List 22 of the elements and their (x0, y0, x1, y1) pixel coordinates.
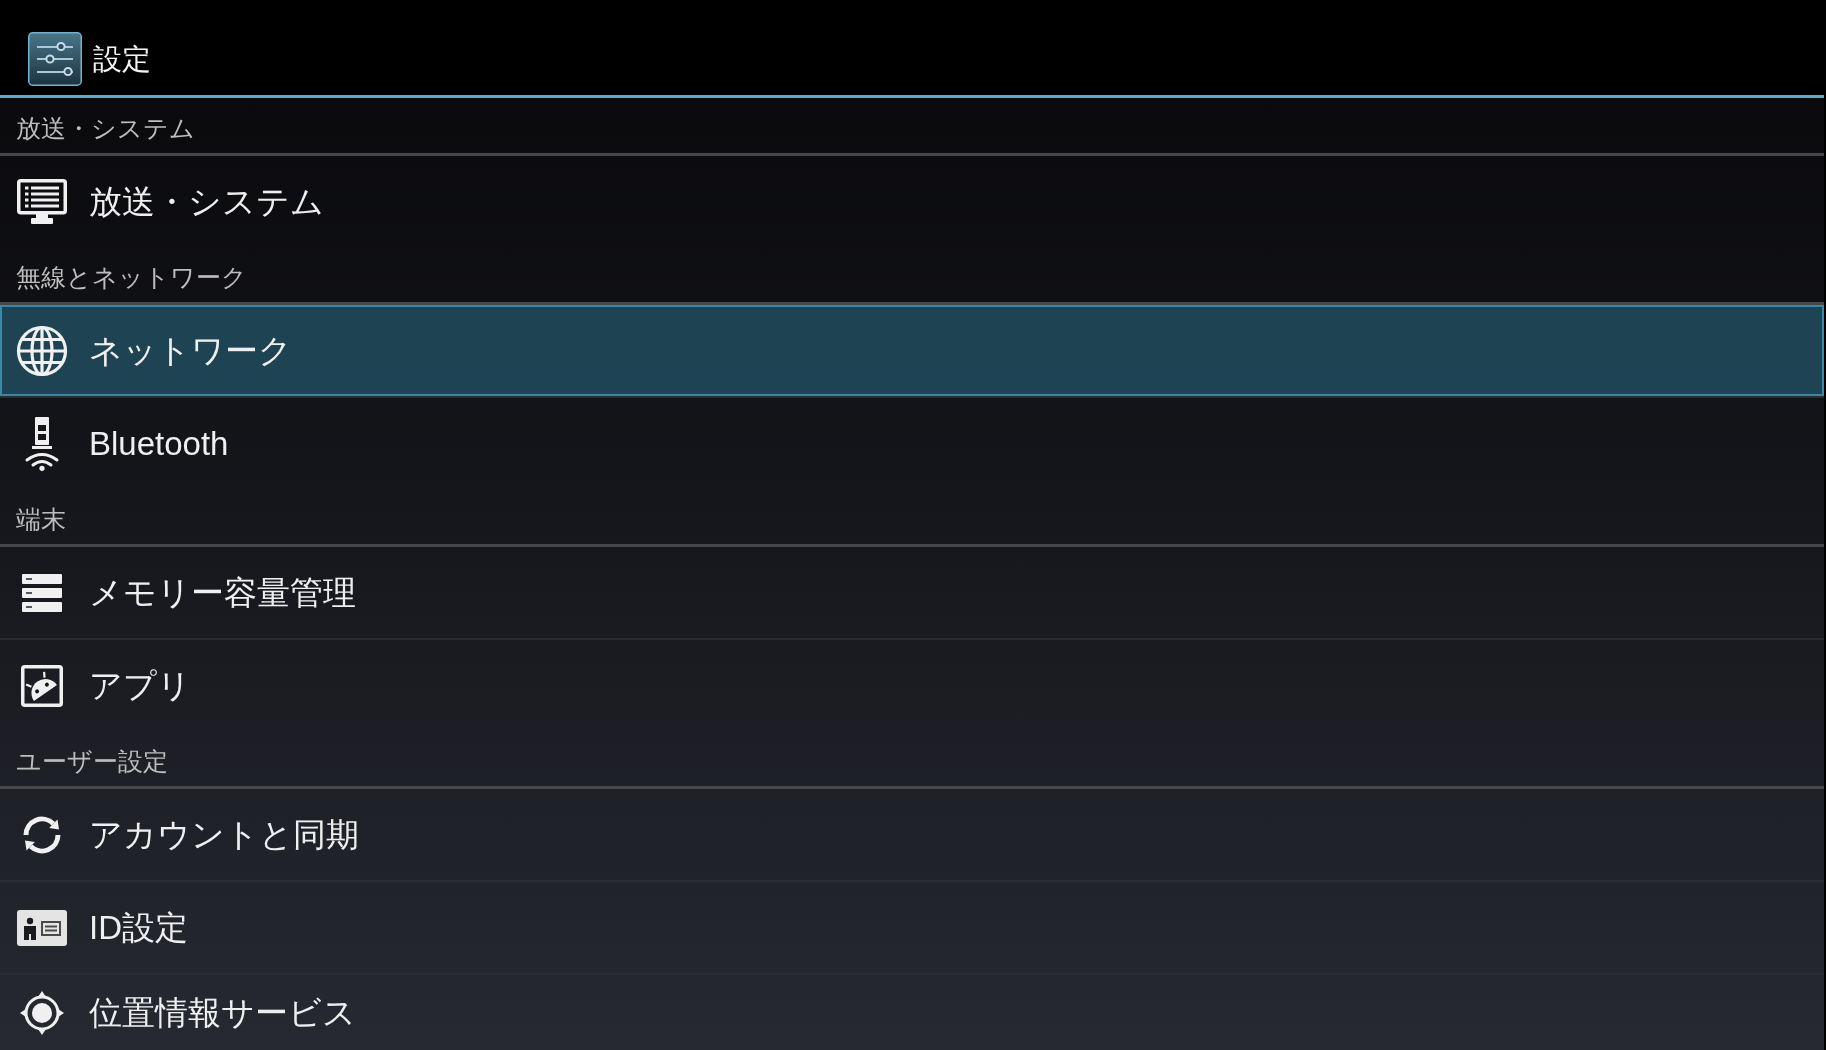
device-signal-icon (24, 416, 60, 471)
settings-item[interactable]: アカウントと同期 (0, 789, 1824, 880)
section-header: 放送・システム (16, 112, 195, 143)
globe-icon (16, 324, 68, 377)
section-header: 無線とネットワーク (16, 261, 247, 292)
stacked-bars-icon (22, 573, 62, 612)
settings-item[interactable]: ID設定 (0, 880, 1824, 973)
settings-item[interactable]: アプリ (0, 638, 1824, 731)
screen-title: 設定 (93, 41, 151, 77)
settings-item[interactable]: メモリー容量管理 (0, 547, 1824, 638)
section-header: ユーザー設定 (16, 745, 168, 776)
id-card-icon (17, 909, 67, 946)
monitor-icon (17, 179, 67, 224)
settings-item[interactable]: ネットワーク (0, 305, 1824, 396)
section-header: 端末 (16, 503, 66, 534)
robot-frame-icon (21, 664, 63, 707)
sync-icon (22, 814, 62, 855)
target-icon (20, 990, 64, 1035)
sliders-icon (28, 32, 82, 86)
settings-item[interactable]: 位置情報サービス (0, 973, 1824, 1050)
settings-item[interactable]: 放送・システム (0, 156, 1824, 247)
settings-item[interactable]: Bluetooth (0, 396, 1824, 489)
